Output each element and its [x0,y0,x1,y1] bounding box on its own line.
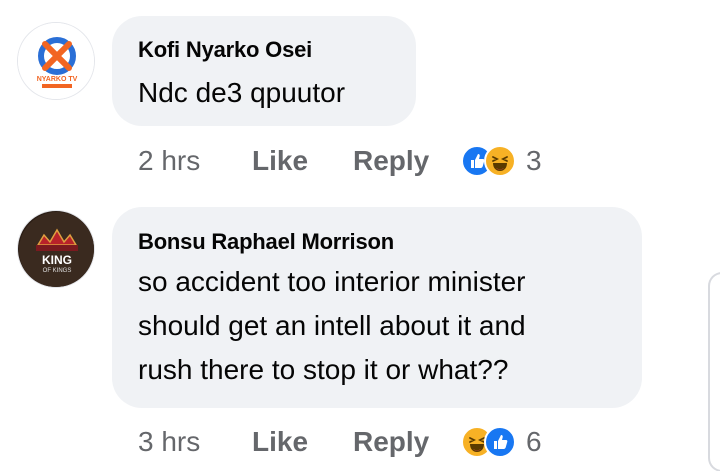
comment-bubble: Kofi Nyarko Osei Ndc de3 qpuutor [112,16,416,126]
comment-text-line: rush there to stop it or what?? [138,354,509,385]
comment-actions: 3 hrs Like Reply 6 [138,422,542,462]
reaction-count: 6 [526,426,542,457]
comment-text-line: so accident too interior minister [138,266,526,297]
nyarko-tv-logo-icon: NYARKO TV [18,23,94,99]
comment-author[interactable]: Bonsu Raphael Morrison [138,229,394,255]
reply-button[interactable]: Reply [353,145,461,177]
reaction-count: 3 [526,145,542,176]
avatar[interactable]: KING OF KINGS [17,210,95,288]
haha-reaction-icon [484,145,516,177]
like-reaction-icon [484,426,516,458]
comment-time[interactable]: 2 hrs [138,145,252,177]
comment-text-line: should get an intell about it and [138,310,526,341]
comment: KING OF KINGS Bonsu Raphael Morrison so … [0,200,720,471]
comment-text: Ndc de3 qpuutor [138,77,346,108]
like-button[interactable]: Like [252,145,353,177]
like-button[interactable]: Like [252,426,353,458]
comment-time[interactable]: 3 hrs [138,426,252,458]
reply-button[interactable]: Reply [353,426,461,458]
adjacent-card-edge [708,272,720,471]
comment-text: so accident too interior minister should… [138,260,526,392]
avatar[interactable]: NYARKO TV [17,22,95,100]
comment-actions: 2 hrs Like Reply 3 [138,141,542,181]
comment-author[interactable]: Kofi Nyarko Osei [138,37,312,63]
comment: NYARKO TV Kofi Nyarko Osei Ndc de3 qpuut… [0,0,720,195]
svg-text:NYARKO TV: NYARKO TV [37,76,78,83]
comment-bubble: Bonsu Raphael Morrison so accident too i… [112,207,642,408]
reaction-summary[interactable]: 6 [461,426,542,458]
king-of-kings-logo-icon: KING OF KINGS [18,211,94,287]
svg-text:OF KINGS: OF KINGS [43,268,72,274]
svg-text:KING: KING [42,253,72,267]
reaction-summary[interactable]: 3 [461,145,542,177]
